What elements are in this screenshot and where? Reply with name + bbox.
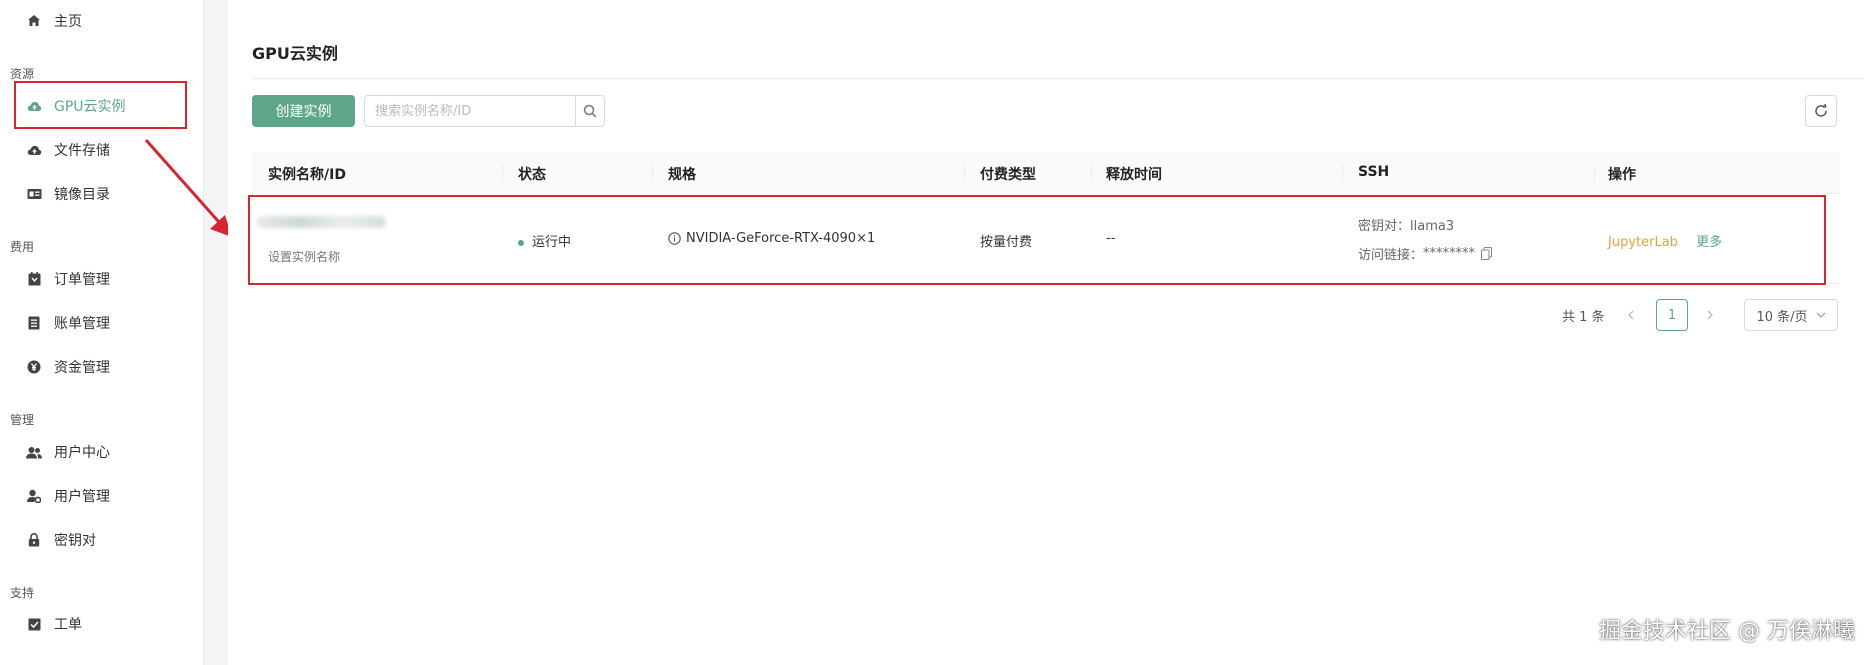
page-size-value: 10 条/页 (1756, 309, 1808, 325)
search-icon (583, 104, 597, 118)
sidebar-item-image-catalog[interactable]: 镜像目录 (26, 182, 110, 206)
main-content: GPU云实例 创建实例 实例名称/ID 状态 规格 付费类型 释放时间 SSH … (228, 0, 1875, 665)
sidebar-item-file-storage[interactable]: 文件存储 (26, 138, 110, 162)
jupyterlab-link[interactable]: JupyterLab (1608, 235, 1678, 250)
spec-cell: NVIDIA-GeForce-RTX-4090×1 (668, 231, 875, 246)
sidebar-item-bill-management[interactable]: 账单管理 (26, 311, 110, 335)
chevron-right-icon (1706, 310, 1714, 320)
checkbox-icon (26, 616, 42, 632)
table-row: 设置实例名称 运行中 NVIDIA-GeForce-RTX-4090×1 按量付… (252, 194, 1840, 284)
sidebar-item-label: 文件存储 (54, 143, 110, 159)
pagination-prev-button[interactable] (1621, 300, 1641, 330)
pagination-next-button[interactable] (1700, 300, 1720, 330)
sidebar-item-fund-management[interactable]: 资金管理 (26, 355, 110, 379)
sidebar-item-label: 订单管理 (54, 272, 110, 288)
release-time: -- (1106, 231, 1116, 246)
search-input[interactable] (364, 95, 576, 127)
page-size-select[interactable]: 10 条/页 (1744, 299, 1838, 331)
ssh-link-label: 访问链接： (1358, 248, 1424, 263)
column-separator (964, 164, 965, 182)
column-separator (502, 164, 503, 182)
column-header-release-time: 释放时间 (1106, 167, 1162, 183)
column-header-name: 实例名称/ID (268, 167, 346, 183)
sidebar-item-label: 密钥对 (54, 533, 96, 549)
search-button[interactable] (575, 95, 605, 127)
chevron-left-icon (1627, 310, 1635, 320)
sidebar-item-label: 镜像目录 (54, 187, 110, 203)
annotation-arrow (144, 139, 232, 237)
sidebar-item-label: 工单 (54, 617, 82, 633)
column-separator (1091, 164, 1092, 182)
sidebar-item-user-management[interactable]: 用户管理 (26, 484, 110, 508)
payment-type: 按量付费 (980, 235, 1033, 250)
pagination-page-button[interactable]: 1 (1656, 299, 1688, 331)
cloud-upload-icon (26, 98, 42, 114)
ssh-key-line: 密钥对：llama3 (1358, 215, 1454, 234)
user-settings-icon (26, 488, 42, 504)
sidebar-item-label: 用户中心 (54, 445, 110, 461)
column-header-payment: 付费类型 (980, 167, 1036, 183)
status-cell: 运行中 (518, 231, 571, 250)
more-actions-link[interactable]: 更多 (1696, 235, 1722, 250)
sidebar-item-label: 主页 (54, 14, 82, 30)
sidebar-item-label: 用户管理 (54, 489, 110, 505)
ssh-key-value: llama3 (1410, 219, 1455, 234)
sidebar: 主页 资源 GPU云实例 文件存储 镜像目录 费用 订单管理 账单管理 资金管理… (0, 0, 204, 665)
section-label-support: 支持 (10, 586, 35, 600)
instance-id-blurred (256, 216, 386, 228)
column-header-actions: 操作 (1608, 167, 1636, 183)
refresh-button[interactable] (1805, 95, 1837, 127)
pagination-total: 共 1 条 (1562, 310, 1605, 325)
order-icon (26, 271, 42, 287)
actions-cell: JupyterLab 更多 (1608, 231, 1722, 250)
ssh-link-line: 访问链接： ******** (1358, 244, 1493, 263)
yen-icon (26, 359, 42, 375)
sidebar-item-gpu-instances[interactable]: GPU云实例 (26, 94, 126, 118)
refresh-icon (1813, 103, 1829, 119)
sidebar-item-key-pair[interactable]: 密钥对 (26, 528, 96, 552)
sidebar-item-ticket[interactable]: 工单 (26, 612, 82, 636)
column-separator (1342, 164, 1343, 182)
sidebar-item-label: 资金管理 (54, 360, 110, 376)
users-icon (26, 444, 42, 460)
section-label-manage: 管理 (10, 413, 35, 427)
copy-icon[interactable] (1481, 247, 1493, 260)
section-label-billing: 费用 (10, 240, 35, 254)
sidebar-item-order-management[interactable]: 订单管理 (26, 267, 110, 291)
ssh-key-label: 密钥对： (1358, 219, 1411, 234)
column-separator (652, 164, 653, 182)
info-icon[interactable] (668, 232, 681, 245)
cloud-upload-icon (26, 142, 42, 158)
ssh-link-value: ******** (1423, 246, 1476, 261)
page-title: GPU云实例 (252, 44, 338, 63)
status-text: 运行中 (532, 235, 572, 250)
column-header-spec: 规格 (668, 167, 696, 183)
section-label-resources: 资源 (10, 67, 35, 81)
spec-text: NVIDIA-GeForce-RTX-4090×1 (686, 231, 876, 246)
watermark: 掘金技术社区 @ 万俟淋曦 (1599, 619, 1855, 644)
chevron-down-icon (1816, 312, 1826, 318)
column-header-status: 状态 (518, 167, 546, 183)
sidebar-item-user-center[interactable]: 用户中心 (26, 440, 110, 464)
lock-icon (26, 532, 42, 548)
set-instance-name-link[interactable]: 设置实例名称 (268, 248, 340, 265)
bill-icon (26, 315, 42, 331)
sidebar-item-home[interactable]: 主页 (26, 9, 82, 33)
title-divider (252, 78, 1864, 79)
column-header-ssh: SSH (1358, 164, 1390, 180)
status-dot (518, 239, 524, 246)
id-card-icon (26, 186, 42, 202)
sidebar-item-label: GPU云实例 (54, 99, 126, 115)
create-instance-button[interactable]: 创建实例 (252, 95, 355, 127)
column-separator (1594, 164, 1595, 182)
table-header: 实例名称/ID 状态 规格 付费类型 释放时间 SSH 操作 (252, 152, 1840, 194)
home-icon (26, 13, 42, 29)
sidebar-item-label: 账单管理 (54, 316, 110, 332)
